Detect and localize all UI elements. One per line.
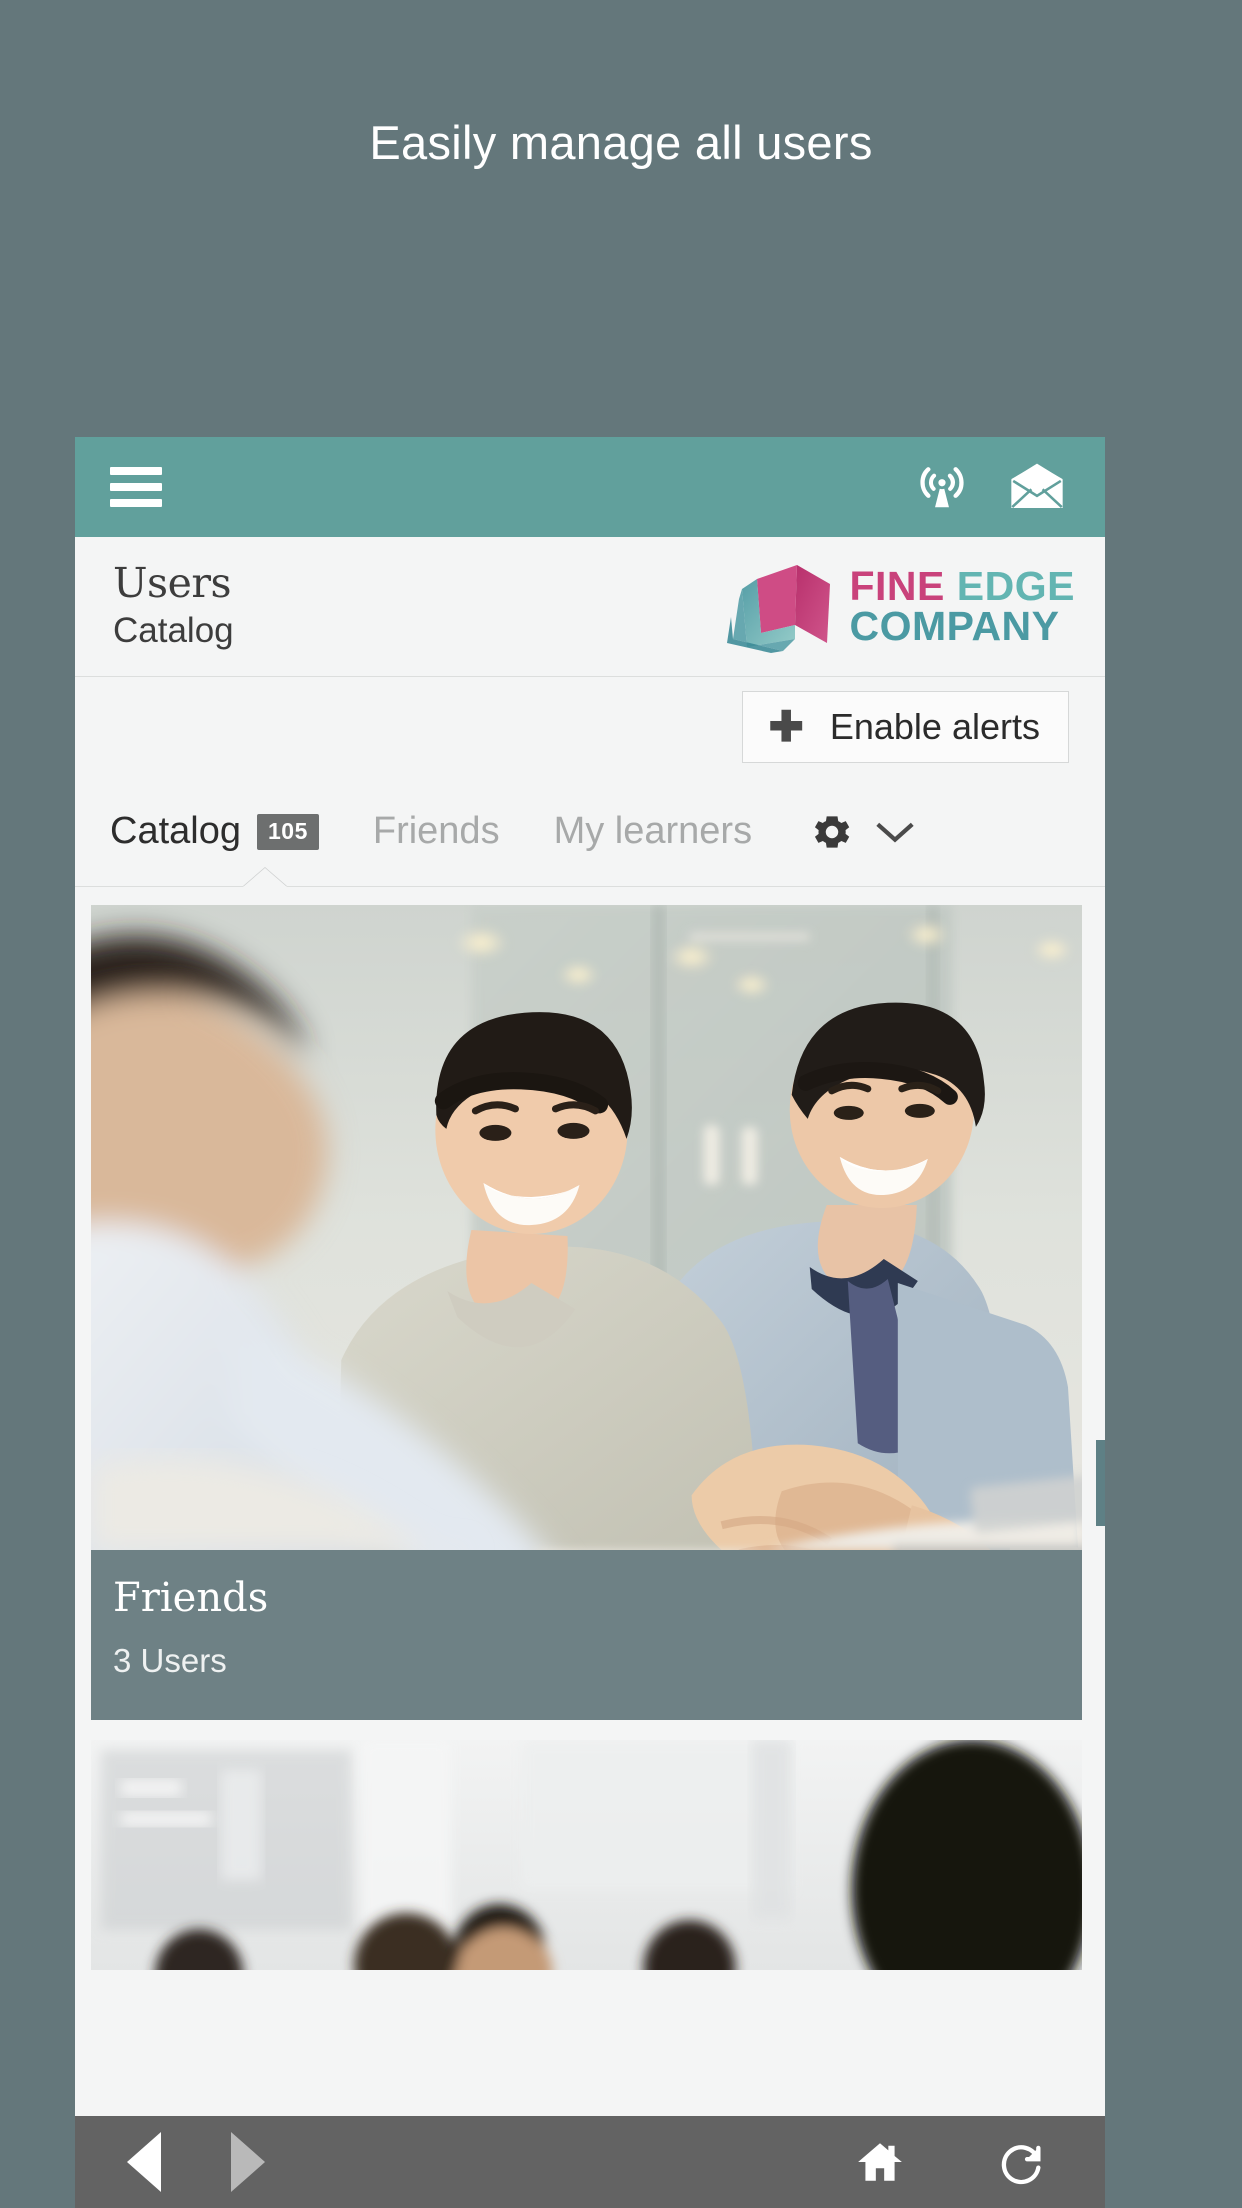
alerts-toolbar: ✚ Enable alerts xyxy=(75,677,1105,777)
page-title: Easily manage all users xyxy=(369,116,873,169)
card-title: Friends xyxy=(113,1575,269,1621)
enable-alerts-button[interactable]: ✚ Enable alerts xyxy=(741,691,1069,763)
app-top-bar xyxy=(75,437,1105,537)
tab-catalog-label: Catalog xyxy=(110,810,241,852)
card-subtitle: 3 Users xyxy=(113,1642,227,1679)
broadcast-antenna-icon[interactable] xyxy=(915,460,969,514)
catalog-list: Friends 3 Users xyxy=(75,887,1105,2208)
hamburger-menu-icon[interactable] xyxy=(110,467,162,507)
content-scrollbar[interactable] xyxy=(1096,1440,1105,1526)
tab-settings-menu[interactable] xyxy=(810,810,918,854)
back-arrow-icon[interactable] xyxy=(127,2132,161,2192)
company-logo: FINE EDGE COMPANY xyxy=(727,561,1085,653)
app-window: Users Catalog FINE EDGE COMPANY ✚ Enable… xyxy=(75,437,1105,2208)
open-book-pages-logo-icon xyxy=(727,564,831,653)
chevron-down-icon xyxy=(876,822,914,842)
tab-active-indicator xyxy=(243,868,287,887)
list-item[interactable] xyxy=(91,1740,1082,1970)
app-bar-actions xyxy=(915,459,1065,515)
header-subtitle: Catalog xyxy=(113,611,234,651)
card-caption: Friends 3 Users xyxy=(91,1550,1082,1720)
card-photo-meeting xyxy=(91,1740,1082,1970)
header-texts: Users Catalog xyxy=(113,559,234,653)
logo-wordmark: FINE EDGE COMPANY xyxy=(849,566,1075,649)
nav-history-controls xyxy=(127,2132,265,2192)
card-photo-friends xyxy=(91,905,1082,1550)
tab-catalog-badge: 105 xyxy=(256,813,319,850)
list-item[interactable]: Friends 3 Users xyxy=(91,905,1082,1720)
tab-catalog[interactable]: Catalog 105 xyxy=(110,810,319,853)
plus-icon: ✚ xyxy=(768,703,804,751)
reload-refresh-icon[interactable] xyxy=(995,2136,1047,2188)
browser-bottom-nav xyxy=(75,2116,1105,2208)
tab-friends-label: Friends xyxy=(372,810,500,852)
home-icon[interactable] xyxy=(855,2137,905,2187)
gear-icon xyxy=(815,815,850,848)
header-title: Users xyxy=(113,559,231,608)
forward-arrow-icon[interactable] xyxy=(231,2132,265,2192)
enable-alerts-label: Enable alerts xyxy=(829,706,1040,747)
tab-my-learners[interactable]: My learners xyxy=(554,810,753,853)
page-header: Users Catalog FINE EDGE COMPANY xyxy=(75,537,1105,677)
logo-word-company: COMPANY xyxy=(849,602,1060,649)
tab-friends[interactable]: Friends xyxy=(373,810,500,853)
envelope-mail-icon[interactable] xyxy=(1009,459,1065,515)
tab-my-learners-label: My learners xyxy=(553,810,753,852)
tab-bar: Catalog 105 Friends My learners xyxy=(75,777,1105,887)
nav-actions xyxy=(855,2136,1063,2188)
